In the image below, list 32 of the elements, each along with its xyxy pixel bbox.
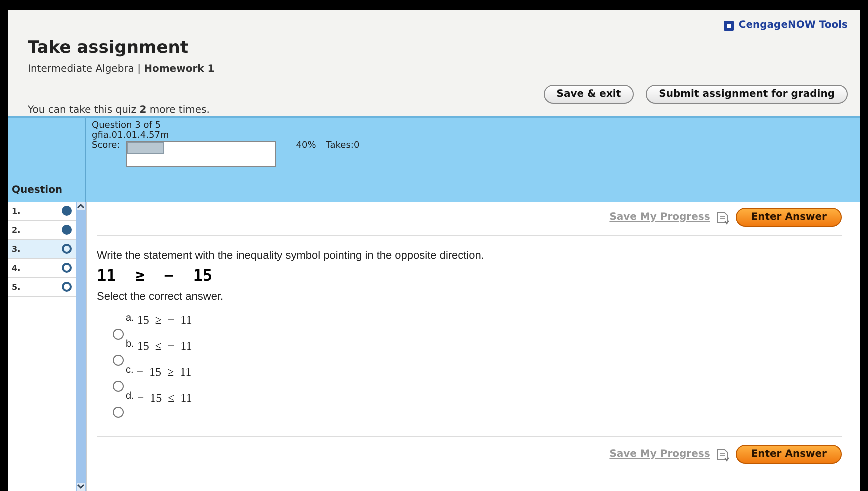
radio-button[interactable] bbox=[113, 407, 124, 418]
score-percent: 40% bbox=[296, 141, 316, 151]
scrollbar[interactable] bbox=[76, 202, 86, 491]
score-label: Score: bbox=[92, 141, 120, 151]
radio-button[interactable] bbox=[113, 381, 124, 392]
tools-link[interactable]: CengageNOW Tools bbox=[738, 20, 848, 31]
radio-button[interactable] bbox=[113, 355, 124, 366]
enter-answer-button[interactable]: Enter Answer bbox=[736, 208, 842, 227]
takes-count: Takes:0 bbox=[326, 141, 360, 151]
answer-option: c. − 15 ≥ 11 bbox=[126, 365, 192, 380]
answer-option: b. 15 ≤ − 11 bbox=[126, 339, 192, 354]
header-button[interactable]: Submit assignment for grading bbox=[646, 85, 848, 104]
prompt-text: Select the correct answer. bbox=[97, 291, 225, 303]
instruction-text: Write the statement with the inequality symbol pointing in the opposite direction. bbox=[97, 250, 486, 262]
answer-option: d. − 15 ≤ 11 bbox=[126, 391, 192, 406]
question-item[interactable]: 3. bbox=[8, 240, 76, 259]
header-button[interactable]: Save & exit bbox=[544, 85, 634, 104]
question-id: gfia.01.01.4.57m bbox=[92, 131, 170, 141]
column-label: Question bbox=[12, 185, 63, 196]
down-arrow-icon[interactable] bbox=[77, 483, 85, 491]
breadcrumb: Intermediate Algebra | Homework 1 bbox=[28, 64, 215, 75]
answer-option: a. 15 ≥ − 11 bbox=[126, 313, 192, 328]
page-title: Take assignment bbox=[28, 38, 190, 58]
question-position: Question 3 of 5 bbox=[92, 121, 162, 131]
square-icon bbox=[724, 20, 734, 30]
radio-button[interactable] bbox=[113, 329, 124, 340]
up-arrow-icon[interactable] bbox=[77, 202, 85, 210]
math-expression: 11 ≥ − 15 bbox=[97, 266, 214, 285]
attempts-note: You can take this quiz 2 more times. bbox=[28, 105, 211, 116]
enter-answer-button[interactable]: Enter Answer bbox=[736, 445, 842, 464]
document-icon bbox=[716, 210, 730, 224]
document-icon bbox=[716, 448, 730, 462]
